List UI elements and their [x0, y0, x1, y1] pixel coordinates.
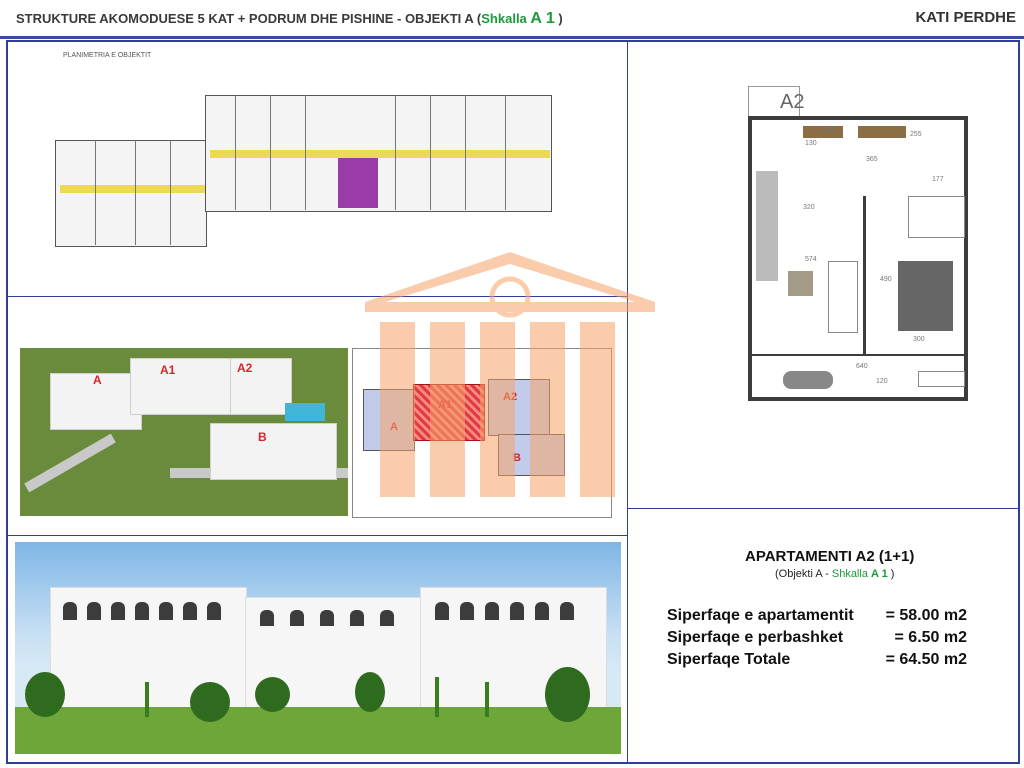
plan-corridor [60, 185, 205, 193]
title-green: Shkalla A 1 [481, 10, 555, 27]
apartment-subtitle: (Objekti A - Shkalla A 1 ) [775, 568, 894, 580]
apartment-plan: A2 451 130 365 255 177 320 574 490 300 6… [748, 86, 974, 402]
aerial-label-b: B [258, 430, 267, 444]
title-green-prefix: Shkalla [481, 11, 531, 26]
dim-320: 320 [803, 204, 815, 211]
building-b [210, 423, 337, 480]
subtitle-prefix: (Objekti A - [775, 568, 832, 580]
subtitle-end: ) [887, 568, 895, 580]
subtitle-green-text: Shkalla [831, 568, 871, 580]
page-title: STRUKTURE AKOMODUESE 5 KAT + PODRUM DHE … [16, 10, 563, 28]
apartment-title: APARTAMENTI A2 (1+1) [745, 548, 915, 565]
area-value: = 58.00 m2 [885, 607, 967, 624]
area-label: Siperfaqe e apartamentit [667, 607, 854, 624]
subtitle-green-bold: A 1 [871, 568, 888, 580]
area-value: = 64.50 m2 [885, 651, 967, 668]
aerial-label-a: A [93, 373, 102, 387]
plan-room [55, 140, 207, 247]
area-row-common: Siperfaqe e perbashket = 6.50 m2 [667, 627, 967, 649]
dim-177: 177 [932, 176, 944, 183]
area-row-apartment: Siperfaqe e apartamentit = 58.00 m2 [667, 605, 967, 627]
unit-tag: A2 [780, 91, 805, 113]
divider-right [628, 508, 1018, 509]
dim-451: 451 [825, 127, 837, 134]
dim-120: 120 [876, 378, 888, 385]
subtitle-green: Shkalla A 1 [832, 568, 888, 580]
building-floorplan [55, 95, 555, 250]
title-main: STRUKTURE AKOMODUESE 5 KAT + PODRUM DHE … [16, 11, 482, 26]
plan-corridor [210, 150, 550, 158]
dim-574: 574 [805, 256, 817, 263]
facade-render [15, 542, 621, 754]
area-value: = 6.50 m2 [894, 629, 968, 646]
pool [285, 403, 325, 421]
dim-365: 365 [866, 156, 878, 163]
aerial-render: A A1 A2 B [20, 348, 348, 516]
title-end: ) [554, 11, 563, 26]
area-row-total: Siperfaqe Totale = 64.50 m2 [667, 649, 967, 671]
dim-255: 255 [910, 131, 922, 138]
dim-490: 490 [880, 276, 892, 283]
title-green-big: A 1 [530, 10, 555, 27]
plan-label: PLANIMETRIA E OBJEKTIT [63, 52, 152, 59]
lawn [15, 707, 621, 754]
floor-name: KATI PERDHE [915, 9, 1016, 26]
area-label: Siperfaqe Totale [667, 651, 791, 668]
divider-left-mid [8, 535, 627, 536]
aerial-label-a2: A2 [237, 361, 253, 375]
building-a1 [130, 358, 242, 415]
aerial-label-a1: A1 [160, 363, 176, 377]
dim-640: 640 [856, 363, 868, 370]
dim-300: 300 [913, 336, 925, 343]
header-bar: STRUKTURE AKOMODUESE 5 KAT + PODRUM DHE … [0, 0, 1024, 39]
area-label: Siperfaqe e perbashket [667, 629, 844, 646]
area-table: Siperfaqe e apartamentit = 58.00 m2 Sipe… [667, 605, 967, 671]
plan-stair-core [338, 158, 378, 208]
watermark-logo [365, 252, 655, 497]
dim-130: 130 [805, 140, 817, 147]
